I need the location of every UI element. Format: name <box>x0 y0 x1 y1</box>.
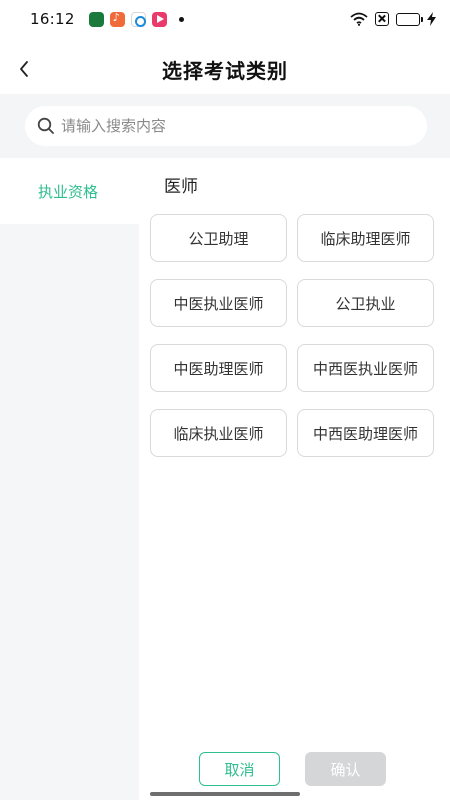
no-sim-icon <box>375 12 389 26</box>
search-icon <box>37 117 54 134</box>
search-input[interactable] <box>61 117 401 135</box>
charging-bolt-icon <box>427 12 436 26</box>
exam-option-grid: 公卫助理 临床助理医师 中医执业医师 公卫执业 中医助理医师 中西医执业医师 临… <box>150 214 436 457</box>
back-button[interactable] <box>12 54 36 84</box>
music-app-icon <box>109 11 125 27</box>
search-area <box>0 94 450 158</box>
exam-option[interactable]: 公卫执业 <box>297 279 434 327</box>
exam-option[interactable]: 中医助理医师 <box>150 344 287 392</box>
status-bar: 16:12 <box>0 0 450 38</box>
page-title: 选择考试类别 <box>162 58 288 83</box>
exam-option[interactable]: 公卫助理 <box>150 214 287 262</box>
section-title: 医师 <box>164 177 198 197</box>
exam-option[interactable]: 中西医执业医师 <box>297 344 434 392</box>
exam-option[interactable]: 中西医助理医师 <box>297 409 434 457</box>
exam-option[interactable]: 中医执业医师 <box>150 279 287 327</box>
footer-actions: 取消 确认 <box>0 752 450 786</box>
search-bar[interactable] <box>25 106 427 146</box>
sidebar: 执业资格 <box>0 158 139 800</box>
more-notifications-dot-icon <box>178 16 184 22</box>
exam-option[interactable]: 临床助理医师 <box>297 214 434 262</box>
status-time: 16:12 <box>30 10 75 28</box>
notification-icons <box>88 11 184 27</box>
video-app-icon <box>151 11 167 27</box>
sidebar-item-practice-qualification[interactable]: 执业资格 <box>0 158 139 224</box>
exam-option[interactable]: 临床执业医师 <box>150 409 287 457</box>
green-app-icon <box>88 11 104 27</box>
blue-circle-app-icon <box>130 11 146 27</box>
chevron-left-icon <box>20 61 28 77</box>
wifi-icon <box>350 12 368 26</box>
category-body: 执业资格 医师 公卫助理 临床助理医师 中医执业医师 公卫执业 中医助理医师 中… <box>0 158 450 800</box>
nav-bar: 选择考试类别 <box>0 44 450 94</box>
exam-category-panel: 医师 公卫助理 临床助理医师 中医执业医师 公卫执业 中医助理医师 中西医执业医… <box>139 158 450 800</box>
home-indicator[interactable] <box>150 792 300 796</box>
battery-icon <box>396 12 423 26</box>
confirm-button[interactable]: 确认 <box>305 752 386 786</box>
sidebar-item-label: 执业资格 <box>38 182 99 201</box>
status-indicators <box>350 12 436 26</box>
cancel-button[interactable]: 取消 <box>199 752 280 786</box>
